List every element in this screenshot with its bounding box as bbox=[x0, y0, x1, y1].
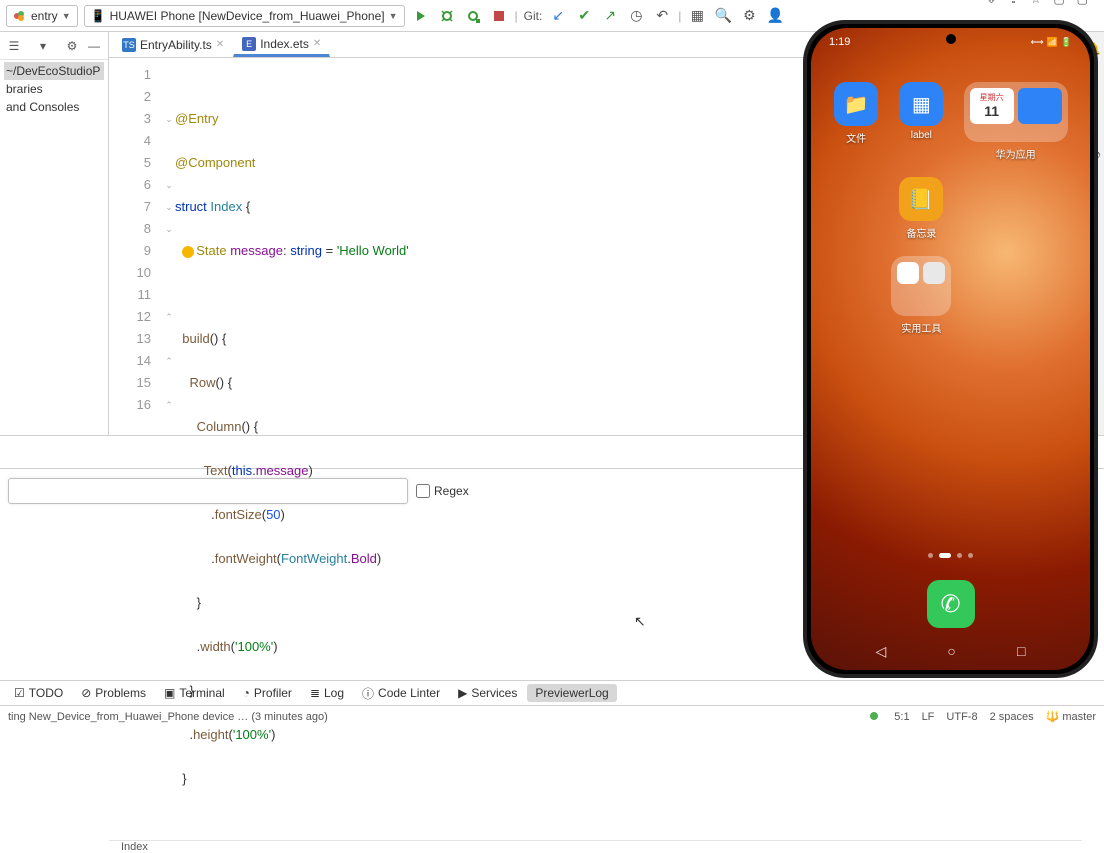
share-icon[interactable]: ⇪ bbox=[1008, 0, 1018, 16]
chevron-down-icon: ▼ bbox=[62, 11, 71, 21]
device-selector[interactable]: 📱 HUAWEI Phone [NewDevice_from_Huawei_Ph… bbox=[84, 5, 405, 27]
git-pull-icon[interactable]: ↙ bbox=[548, 6, 568, 26]
favorite-icon[interactable]: ☆ bbox=[1031, 0, 1042, 16]
problems-icon: ⊘ bbox=[81, 686, 91, 700]
project-tree[interactable]: ~/DevEcoStudioP braries and Consoles bbox=[0, 60, 108, 118]
notes-icon: 📒 bbox=[899, 177, 943, 221]
download-icon[interactable]: ⇩ bbox=[986, 0, 996, 16]
ts-file-icon: TS bbox=[122, 38, 136, 52]
panel-dropdown-icon[interactable]: ▾ bbox=[35, 38, 51, 54]
separator: | bbox=[515, 9, 518, 23]
panel-settings-icon[interactable]: ⚙ bbox=[64, 38, 80, 54]
git-history-icon[interactable]: ◷ bbox=[626, 6, 646, 26]
todo-icon: ☑ bbox=[14, 686, 25, 700]
nav-home-icon[interactable]: ○ bbox=[947, 643, 955, 660]
signal-icon: 📶 bbox=[1047, 37, 1058, 48]
folder-tools[interactable]: 实用工具 bbox=[891, 256, 951, 335]
close-icon[interactable]: ✕ bbox=[216, 39, 224, 50]
phone-screen[interactable]: 1:19 ⟷ 📶 🔋 📁文件 ▦label 星期六11 华为应用 📒备忘录 bbox=[811, 28, 1090, 670]
nav-recent-icon[interactable]: □ bbox=[1017, 643, 1025, 660]
tab-label: Index.ets bbox=[260, 37, 309, 51]
tab-todo[interactable]: ☑TODO bbox=[6, 684, 71, 702]
mouse-cursor-icon: ↖ bbox=[634, 613, 646, 630]
fold-column[interactable]: ⌄⌄⌄⌄ ⌃⌃⌃ bbox=[163, 58, 175, 840]
module-selector[interactable]: entry ▼ bbox=[6, 5, 78, 27]
device-label: HUAWEI Phone [NewDevice_from_Huawei_Phon… bbox=[110, 9, 385, 23]
app-folder[interactable]: 星期六11 bbox=[964, 82, 1068, 142]
home-grid: 📁文件 ▦label 星期六11 华为应用 📒备忘录 bbox=[833, 82, 1068, 335]
folder-icon: 📁 bbox=[834, 82, 878, 126]
tab-label: EntryAbility.ts bbox=[140, 38, 212, 52]
ets-file-icon: E bbox=[242, 37, 256, 51]
intention-bulb-icon[interactable] bbox=[182, 246, 194, 258]
tree-item-libraries[interactable]: braries bbox=[4, 80, 104, 98]
app-folder-tools[interactable] bbox=[891, 256, 951, 316]
layout-icon[interactable]: ▦ bbox=[687, 6, 707, 26]
more2-icon[interactable]: ▢ bbox=[1077, 0, 1088, 16]
project-panel: ☰ ▾ ⚙ — ~/DevEcoStudioP braries and Cons… bbox=[0, 32, 109, 435]
tab-entryability[interactable]: TS EntryAbility.ts ✕ bbox=[113, 32, 233, 57]
debug-attach-icon[interactable] bbox=[463, 6, 483, 26]
module-label: entry bbox=[31, 9, 58, 23]
run-icon[interactable] bbox=[411, 6, 431, 26]
chevron-down-icon: ▼ bbox=[389, 11, 398, 21]
app-files[interactable]: 📁文件 bbox=[833, 82, 879, 161]
panel-hide-icon[interactable]: — bbox=[86, 38, 102, 54]
more1-icon[interactable]: ▢ bbox=[1053, 0, 1064, 16]
phone-dock: ✆ bbox=[811, 580, 1090, 628]
git-push-icon[interactable]: ↗ bbox=[600, 6, 620, 26]
account-icon[interactable]: 👤 bbox=[765, 6, 785, 26]
settings-icon[interactable]: ⚙ bbox=[739, 6, 759, 26]
nav-back-icon[interactable]: ◁ bbox=[876, 643, 887, 660]
git-commit-icon[interactable]: ✔ bbox=[574, 6, 594, 26]
undo-icon[interactable]: ↶ bbox=[652, 6, 672, 26]
clock: 1:19 bbox=[829, 36, 850, 48]
line-gutter: 12345678 910111213141516 bbox=[109, 58, 163, 840]
network-icon: ⟷ bbox=[1031, 37, 1044, 48]
panel-menu-icon[interactable]: ☰ bbox=[6, 38, 22, 54]
phone-toolbar: ⇩ ⇪ ☆ ▢ ▢ bbox=[803, 0, 1098, 16]
separator: | bbox=[678, 9, 681, 23]
git-label: Git: bbox=[524, 9, 543, 23]
tab-index[interactable]: E Index.ets ✕ bbox=[233, 32, 330, 57]
tree-root[interactable]: ~/DevEcoStudioP bbox=[4, 62, 104, 80]
phone-statusbar: 1:19 ⟷ 📶 🔋 bbox=[829, 36, 1072, 48]
phone-icon: 📱 bbox=[91, 9, 106, 23]
app-phone[interactable]: ✆ bbox=[927, 580, 975, 628]
breadcrumb[interactable]: Index bbox=[109, 840, 1082, 853]
close-icon[interactable]: ✕ bbox=[313, 38, 321, 49]
page-indicator bbox=[811, 553, 1090, 558]
debug-icon[interactable] bbox=[437, 6, 457, 26]
phone-call-icon: ✆ bbox=[940, 590, 960, 619]
tree-item-consoles[interactable]: and Consoles bbox=[4, 98, 104, 116]
app-notes[interactable]: 📒备忘录 bbox=[891, 177, 951, 240]
search-icon[interactable]: 🔍 bbox=[713, 6, 733, 26]
phone-navbar: ◁ ○ □ bbox=[811, 643, 1090, 660]
module-icon bbox=[13, 9, 27, 23]
app-label[interactable]: ▦label bbox=[891, 82, 951, 161]
folder-huawei[interactable]: 星期六11 华为应用 bbox=[963, 82, 1068, 161]
grid-icon: ▦ bbox=[899, 82, 943, 126]
battery-icon: 🔋 bbox=[1061, 37, 1072, 48]
stop-icon[interactable] bbox=[489, 6, 509, 26]
phone-preview: 1:19 ⟷ 📶 🔋 📁文件 ▦label 星期六11 华为应用 📒备忘录 bbox=[803, 20, 1098, 678]
